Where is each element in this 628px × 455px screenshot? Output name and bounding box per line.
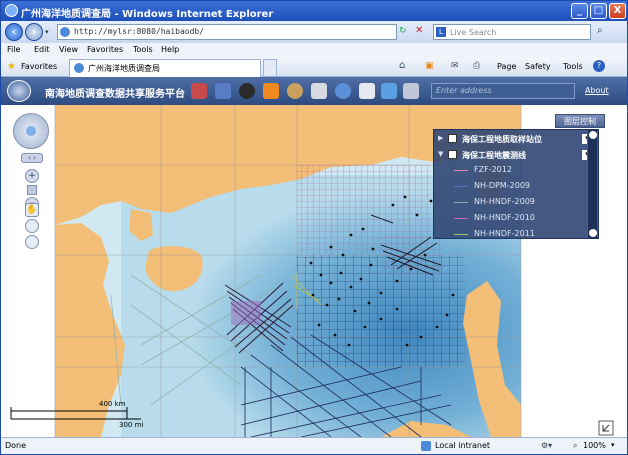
scroll-up-icon[interactable] [589,131,597,139]
pan-center-icon[interactable] [26,126,36,136]
url-text: http://mylsr:8080/haibaodb/ [74,27,205,36]
layer-control-button[interactable]: 图层控制 [555,114,605,128]
layer-group-seismic-label: 海保工程地震测线 [462,151,526,160]
app-header: 南海地质调查数据共享服务平台 Enter address About [1,77,627,105]
window-title: 广州海洋地质调查局 - Windows Internet Explorer [21,9,274,20]
layer-group-sampling-label: 海保工程地质取样站位 [462,135,542,144]
menu-file[interactable]: File [7,45,20,54]
new-tab-button[interactable] [263,59,277,77]
zoom-slider[interactable] [27,185,37,195]
status-text: Done [5,441,27,450]
menu-edit[interactable]: Edit [34,45,50,54]
pan-control[interactable] [13,113,49,149]
zoom-in-button[interactable]: + [25,169,39,183]
tab-main[interactable]: 广州海洋地质调查局 [69,59,261,77]
layer-group-sampling[interactable]: ▶ 海保工程地质取样站位 ▾ [438,132,596,146]
layer-group-sampling-checkbox[interactable] [448,134,457,143]
rss-icon[interactable] [263,83,279,99]
zoom-dropdown-icon[interactable]: ▾ [611,441,615,449]
menu-help[interactable]: Help [161,45,179,54]
binoculars-icon[interactable] [239,83,255,99]
layer-panel-scrollbar[interactable] [587,130,597,238]
layer-group-seismic[interactable]: ▼ 海保工程地震测线 ▾ [438,148,596,162]
collapse-icon[interactable]: ▼ [438,150,443,158]
map-address-input[interactable]: Enter address [431,83,575,99]
full-extent-icon[interactable] [25,219,39,233]
expand-icon[interactable]: ▶ [438,134,443,142]
zoom-level[interactable]: 100% [583,441,606,450]
history-dropdown-icon[interactable]: ▾ [45,28,49,36]
identify-icon[interactable] [335,83,351,99]
menu-favorites[interactable]: Favorites [87,45,123,54]
menu-bar: File Edit View Favorites Tools Help [1,43,627,57]
grid-icon[interactable] [381,83,397,99]
shield-tool-icon[interactable] [215,83,231,99]
minimize-button[interactable]: _ [571,3,588,19]
pan-hand-icon[interactable]: ✋ [25,203,39,217]
book-icon[interactable] [191,83,207,99]
scale-km-label: 400 km [99,400,126,408]
page-menu[interactable]: Page [497,62,516,71]
stop-icon[interactable]: ✕ [415,25,423,36]
favorites-star-icon: ★ [7,61,16,72]
about-link[interactable]: About [585,86,609,95]
address-toolbar: ‹ › ▾ http://mylsr:8080/haibaodb/ ↻ ✕ L … [1,21,627,43]
ie-icon [5,4,18,17]
menu-view[interactable]: View [59,45,78,54]
zoom-icon: ⌕ [573,441,578,450]
back-icon[interactable]: ‹ [5,23,23,41]
agency-logo [7,80,31,102]
page-icon [60,27,70,37]
zone-text: Local intranet [435,441,491,450]
live-search-input[interactable]: L Live Search [433,24,591,40]
status-bar: Done Local intranet ⚙▾ ⌕ 100% ▾ [1,437,627,454]
scroll-down-icon[interactable] [589,229,597,237]
browser-window: 广州海洋地质调查局 - Windows Internet Explorer _ … [0,0,628,455]
print-map-icon[interactable] [403,83,419,99]
print-icon[interactable]: ⎙ [473,61,480,71]
forward-icon[interactable]: › [25,23,43,41]
intranet-icon [421,441,431,451]
title-bar: 广州海洋地质调查局 - Windows Internet Explorer _ … [1,1,627,21]
tab-page-icon [74,63,84,73]
favorites-button[interactable]: Favorites [21,62,57,71]
protected-mode-icon[interactable]: ⚙▾ [541,441,552,450]
layer-group-seismic-checkbox[interactable] [448,150,457,159]
refresh-icon[interactable]: ↻ [399,26,407,36]
feeds-icon[interactable]: ▣ [425,61,434,71]
measure-icon[interactable] [311,83,327,99]
safety-menu[interactable]: Safety [525,62,551,71]
layer-panel: ▶ 海保工程地质取样站位 ▾ ▼ 海保工程地震测线 ▾ FZF-2012 NH-… [433,129,599,239]
search-go-icon[interactable]: ⌕ [597,25,603,36]
previous-extent-icon[interactable] [25,235,39,249]
tab-title: 广州海洋地质调查局 [88,64,160,73]
url-field[interactable]: http://mylsr:8080/haibaodb/ [57,24,397,40]
scale-mi-label: 300 mi [119,421,143,429]
help-icon[interactable]: ? [593,60,605,72]
rotate-control[interactable]: ‹ › [21,153,43,163]
home-icon[interactable]: ⌂ [399,60,405,71]
app-title: 南海地质调查数据共享服务平台 [45,89,185,100]
menu-tools[interactable]: Tools [133,45,153,54]
close-button[interactable]: X [609,3,626,19]
mail-icon[interactable]: ✉ [451,61,459,71]
table-icon[interactable] [359,83,375,99]
tools-menu[interactable]: Tools [563,62,583,71]
favorites-bar: ★ Favorites 广州海洋地质调查局 ⌂ ▣ ✉ ⎙ Page Safet… [1,57,627,77]
maximize-button[interactable]: □ [590,3,607,19]
live-search-icon: L [436,27,446,37]
live-search-placeholder: Live Search [450,28,497,37]
globe-tool-icon[interactable] [287,83,303,99]
